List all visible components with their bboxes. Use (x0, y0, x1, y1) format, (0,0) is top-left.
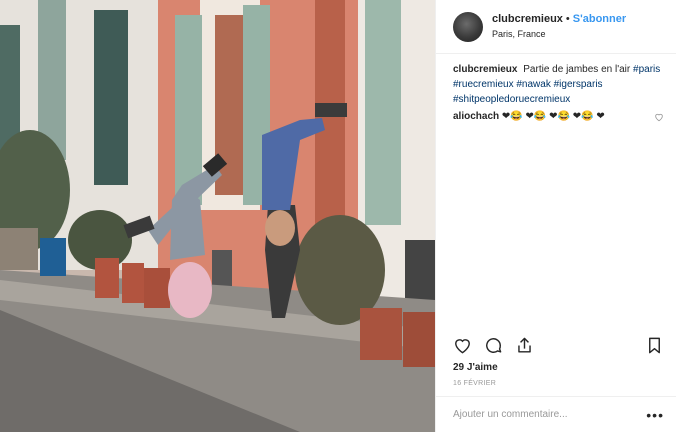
username-link[interactable]: clubcremieux (492, 13, 563, 25)
header-text: clubcremieux • S'abonner Paris, France (492, 12, 626, 42)
small-heart-icon[interactable] (654, 112, 664, 122)
instagram-post: clubcremieux • S'abonner Paris, France clu… (0, 0, 676, 432)
avatar[interactable] (453, 11, 483, 42)
caption: clubcremieux Partie de jambes en l'air #… (453, 62, 664, 107)
action-bar (453, 336, 664, 355)
bookmark-icon[interactable] (645, 336, 664, 355)
comment-username[interactable]: aliochach (453, 109, 499, 124)
street-photo (0, 0, 435, 432)
heart-icon[interactable] (453, 336, 472, 355)
share-icon[interactable] (515, 336, 534, 355)
hashtag-link[interactable]: #shitpeopledoruecremieux (453, 94, 570, 105)
likes-count[interactable]: 29 J'aime (453, 362, 498, 373)
post-date: 16 FÉVRIER (453, 380, 497, 387)
comment-item: aliochach ❤😂 ❤😂 ❤😂 ❤😂 ❤ (453, 109, 664, 124)
separator-dot: • (565, 12, 570, 25)
comment-icon[interactable] (484, 336, 503, 355)
more-options-button[interactable]: ••• (646, 407, 664, 423)
add-comment-bar: Ajouter un commentaire... ••• (436, 396, 676, 432)
caption-username[interactable]: clubcremieux (453, 64, 517, 75)
post-photo[interactable] (0, 0, 435, 432)
comments-section: clubcremieux Partie de jambes en l'air #… (436, 54, 676, 124)
hashtag-link[interactable]: #nawak (516, 79, 550, 90)
hashtag-link[interactable]: #ruecremieux (453, 79, 514, 90)
hashtag-link[interactable]: #paris (633, 64, 660, 75)
comment-text: ❤😂 ❤😂 ❤😂 ❤😂 ❤ (501, 111, 605, 122)
caption-text: Partie de jambes en l'air (523, 64, 631, 75)
post-header: clubcremieux • S'abonner Paris, France (436, 0, 676, 54)
hashtag-link[interactable]: #igersparis (554, 79, 603, 90)
follow-button[interactable]: S'abonner (573, 13, 626, 25)
location-link[interactable]: Paris, France (492, 27, 626, 42)
post-sidebar: clubcremieux • S'abonner Paris, France clu… (435, 0, 676, 432)
add-comment-input[interactable]: Ajouter un commentaire... (453, 409, 568, 420)
header-row: clubcremieux • S'abonner (492, 12, 626, 27)
